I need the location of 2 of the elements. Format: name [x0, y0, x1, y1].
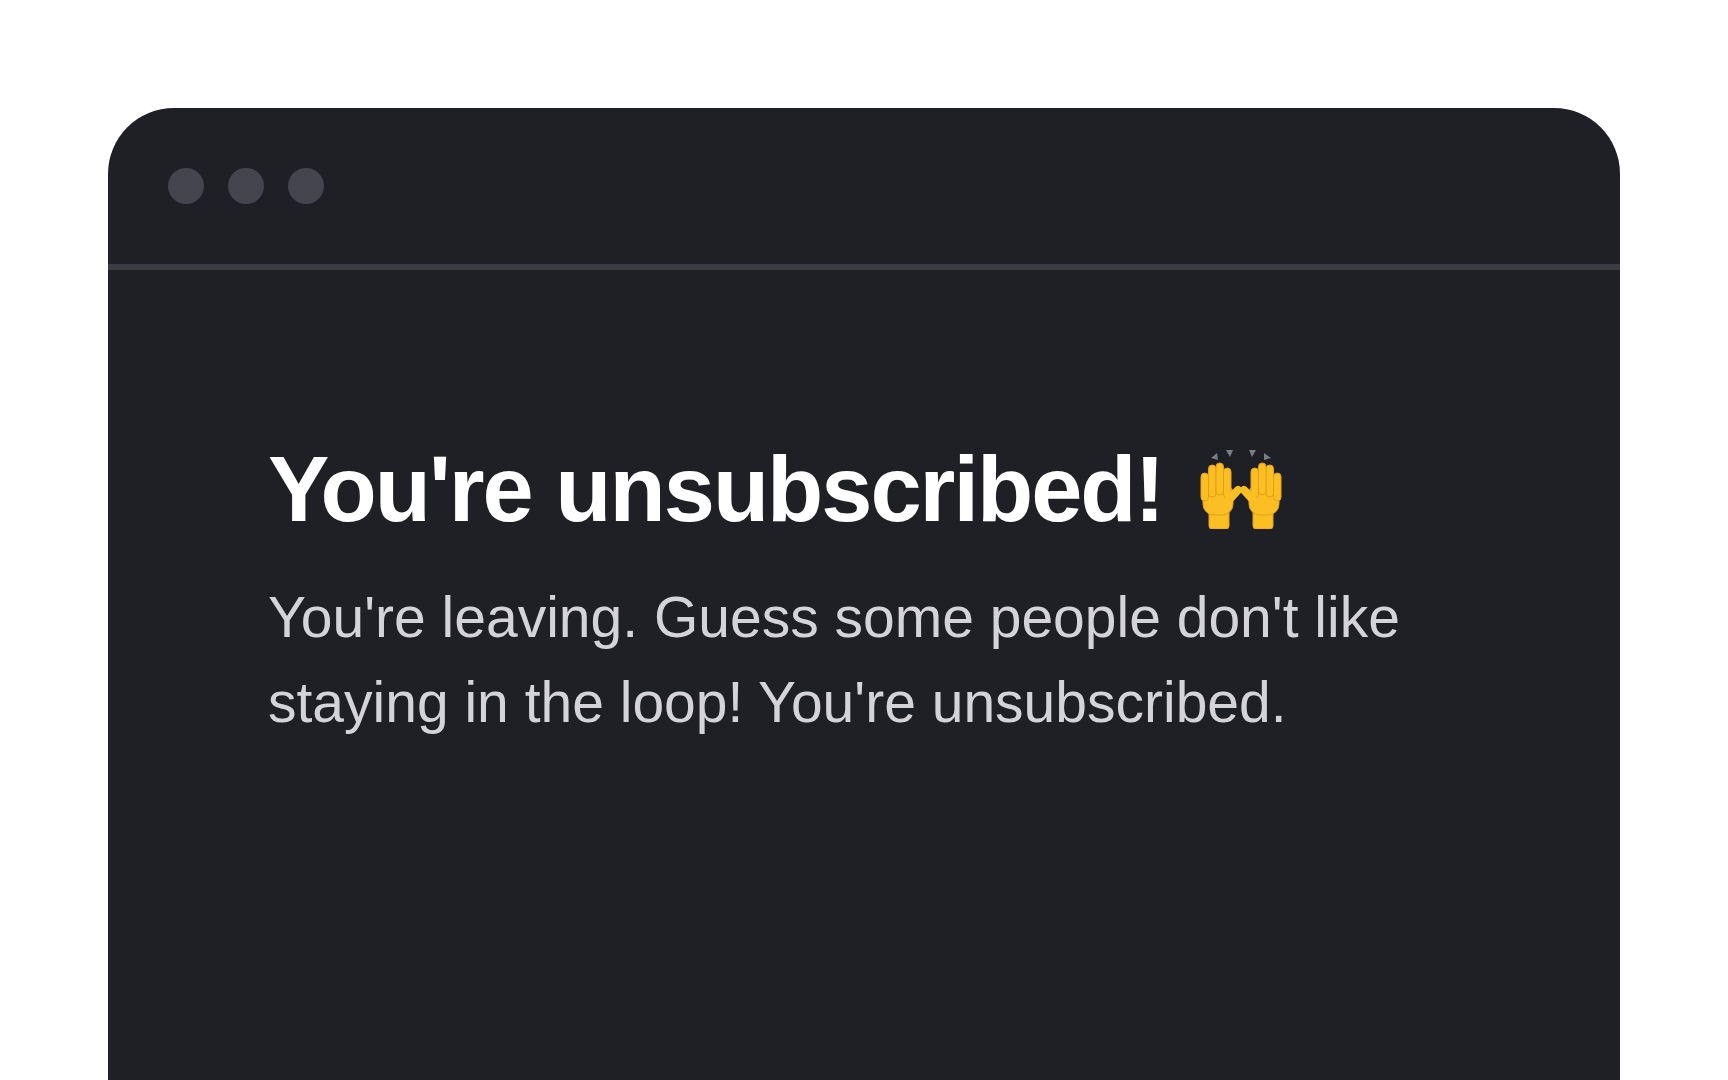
message-text: You're leaving. Guess some people don't like staying in the loop! You're unsubscribed. — [268, 584, 1401, 736]
heading: You're unsubscribed! — [268, 443, 1164, 535]
